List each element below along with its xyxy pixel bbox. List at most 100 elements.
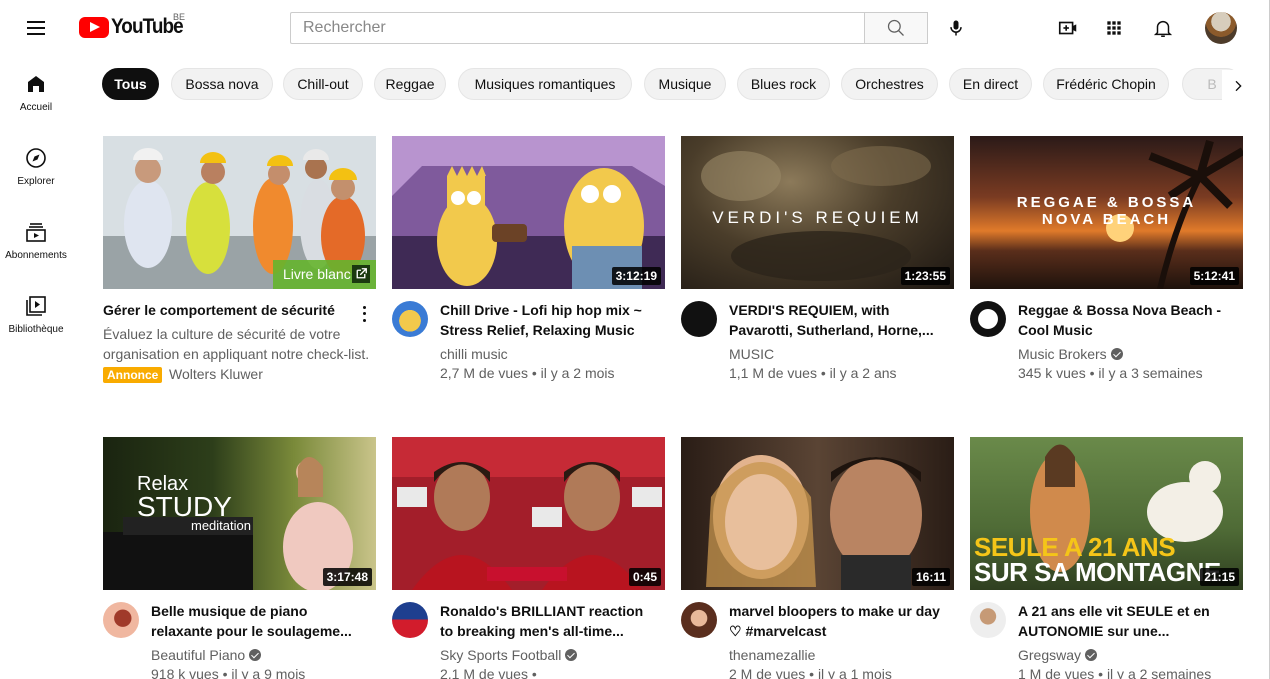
sidebar-item-label: Accueil — [19, 102, 53, 113]
ad-advertiser[interactable]: Wolters Kluwer — [169, 366, 263, 382]
video-title[interactable]: Belle musique de piano relaxante pour le… — [151, 601, 371, 641]
video-duration: 3:12:19 — [611, 267, 661, 285]
ronaldo-interview-image — [392, 437, 665, 590]
home-icon — [28, 76, 44, 92]
video-title[interactable]: Reggae & Bossa Nova Beach - Cool Music — [1018, 300, 1238, 340]
video-card: VERDI'S REQUIEM 1:23:55 VERDI'S REQUIEM,… — [681, 136, 954, 396]
video-meta: 1 M de vues • il y a 2 semaines — [1018, 666, 1212, 679]
video-duration: 1:23:55 — [900, 267, 950, 285]
channel-avatar[interactable] — [103, 602, 139, 638]
library-icon — [26, 296, 46, 316]
youtube-window: YouTube BE Accueil — [0, 0, 1270, 679]
ad-thumbnail[interactable]: Livre blanc — [103, 136, 376, 289]
chip-en-direct[interactable]: En direct — [949, 68, 1032, 100]
channel-name[interactable]: MUSIC — [729, 346, 774, 362]
video-thumbnail[interactable]: 3:12:19 — [392, 136, 665, 289]
top-bar: YouTube BE — [0, 0, 1269, 56]
video-meta: 1,1 M de vues • il y a 2 ans — [729, 365, 897, 381]
video-card: SEULE A 21 ANS SUR SA MONTAGNE 21:15 A 2… — [970, 437, 1243, 679]
video-title[interactable]: marvel bloopers to make ur day ♡ #marvel… — [729, 601, 949, 641]
notifications-button[interactable] — [1149, 14, 1177, 42]
search-bar — [290, 12, 928, 44]
channel-name-text: Music Brokers — [1018, 346, 1107, 362]
sidebar-item-label: Explorer — [17, 176, 55, 187]
apps-button[interactable] — [1100, 14, 1128, 42]
ad-description: Évaluez la culture de sécurité de votre … — [103, 326, 370, 362]
menu-button[interactable] — [24, 16, 48, 40]
video-duration: 5:12:41 — [1189, 267, 1239, 285]
chevron-right-icon — [1235, 80, 1242, 92]
youtube-play-icon — [79, 16, 109, 38]
video-duration: 16:11 — [911, 568, 950, 586]
create-button[interactable] — [1054, 14, 1082, 42]
search-icon — [887, 19, 904, 36]
video-meta: 345 k vues • il y a 3 semaines — [1018, 365, 1203, 381]
verified-icon — [565, 649, 578, 661]
sidebar-item-library[interactable]: Bibliothèque — [0, 278, 72, 352]
youtube-logo[interactable]: YouTube BE — [79, 12, 191, 39]
notifications-icon — [1153, 20, 1173, 37]
chip-bossa-nova[interactable]: Bossa nova — [171, 68, 273, 100]
ad-cta-label: Livre blanc — [283, 266, 351, 282]
category-chips: Tous Bossa nova Chill-out Reggae Musique… — [102, 68, 1258, 100]
video-title[interactable]: Chill Drive - Lofi hip hop mix ~ Stress … — [440, 300, 660, 340]
video-thumbnail[interactable]: 0:45 — [392, 437, 665, 590]
ad-badge: Annonce — [103, 367, 163, 383]
channel-name[interactable]: Gregsway — [1018, 647, 1098, 663]
video-thumbnail[interactable]: Relax STUDY meditation 3:17:48 — [103, 437, 376, 590]
sidebar-item-explore[interactable]: Explorer — [0, 130, 72, 204]
chips-next-button[interactable] — [1222, 70, 1254, 102]
mic-icon — [950, 20, 962, 36]
search-button[interactable] — [864, 12, 928, 44]
search-input[interactable] — [290, 12, 864, 44]
account-avatar[interactable] — [1205, 12, 1237, 44]
channel-avatar[interactable] — [681, 602, 717, 638]
chip-frederic-chopin[interactable]: Frédéric Chopin — [1043, 68, 1169, 100]
channel-name-text: Beautiful Piano — [151, 647, 246, 663]
channel-name[interactable]: Beautiful Piano — [151, 647, 262, 663]
chip-musiques-romantiques[interactable]: Musiques romantiques — [458, 68, 632, 100]
ad-title[interactable]: Gérer le comportement de sécurité — [103, 300, 343, 320]
video-thumbnail[interactable]: 16:11 — [681, 437, 954, 590]
video-title[interactable]: A 21 ans elle vit SEULE et en AUTONOMIE … — [1018, 601, 1238, 641]
ad-card: Livre blanc Gérer le comportement de séc… — [103, 136, 376, 396]
logo-text: YouTube — [111, 15, 184, 38]
chip-chill-out[interactable]: Chill-out — [283, 68, 363, 100]
channel-name[interactable]: Sky Sports Football — [440, 647, 578, 663]
video-title[interactable]: VERDI'S REQUIEM, with Pavarotti, Sutherl… — [729, 300, 949, 340]
verified-icon — [1085, 649, 1098, 661]
create-video-icon — [1058, 21, 1077, 35]
channel-name[interactable]: chilli music — [440, 346, 508, 362]
video-title[interactable]: Ronaldo's BRILLIANT reaction to breaking… — [440, 601, 660, 641]
video-duration: 21:15 — [1200, 568, 1239, 586]
channel-avatar[interactable] — [392, 301, 428, 337]
channel-avatar[interactable] — [392, 602, 428, 638]
sidebar-item-home[interactable]: Accueil — [0, 56, 72, 130]
subscriptions-icon — [26, 223, 46, 242]
verified-icon — [249, 649, 262, 661]
video-card: 0:45 Ronaldo's BRILLIANT reaction to bre… — [392, 437, 665, 679]
more-actions-button[interactable] — [359, 304, 369, 324]
voice-search-button[interactable] — [940, 12, 972, 44]
chip-reggae[interactable]: Reggae — [374, 68, 446, 100]
channel-avatar[interactable] — [970, 301, 1006, 337]
chip-musique[interactable]: Musique — [644, 68, 726, 100]
country-code: BE — [173, 12, 186, 22]
ad-cta-button[interactable]: Livre blanc — [273, 260, 376, 289]
channel-avatar[interactable] — [970, 602, 1006, 638]
video-thumbnail[interactable]: SEULE A 21 ANS SUR SA MONTAGNE 21:15 — [970, 437, 1243, 590]
video-thumbnail[interactable]: VERDI'S REQUIEM 1:23:55 — [681, 136, 954, 289]
compass-icon — [26, 148, 46, 168]
chip-blues-rock[interactable]: Blues rock — [737, 68, 830, 100]
video-thumbnail[interactable]: REGGAE & BOSSA NOVA BEACH 5:12:41 — [970, 136, 1243, 289]
chip-tous[interactable]: Tous — [102, 68, 159, 100]
channel-name[interactable]: thenamezallie — [729, 647, 815, 663]
sidebar: Accueil Explorer Abonnements Bibliothèqu… — [0, 56, 72, 679]
sidebar-item-subscriptions[interactable]: Abonnements — [0, 204, 72, 278]
thumbnail-caption: REGGAE & BOSSA NOVA BEACH — [1016, 194, 1197, 228]
chip-orchestres[interactable]: Orchestres — [841, 68, 938, 100]
video-card: 3:12:19 Chill Drive - Lofi hip hop mix ~… — [392, 136, 665, 396]
channel-avatar[interactable] — [681, 301, 717, 337]
video-card: Relax STUDY meditation 3:17:48 Belle mus… — [103, 437, 376, 679]
channel-name[interactable]: Music Brokers — [1018, 346, 1123, 362]
